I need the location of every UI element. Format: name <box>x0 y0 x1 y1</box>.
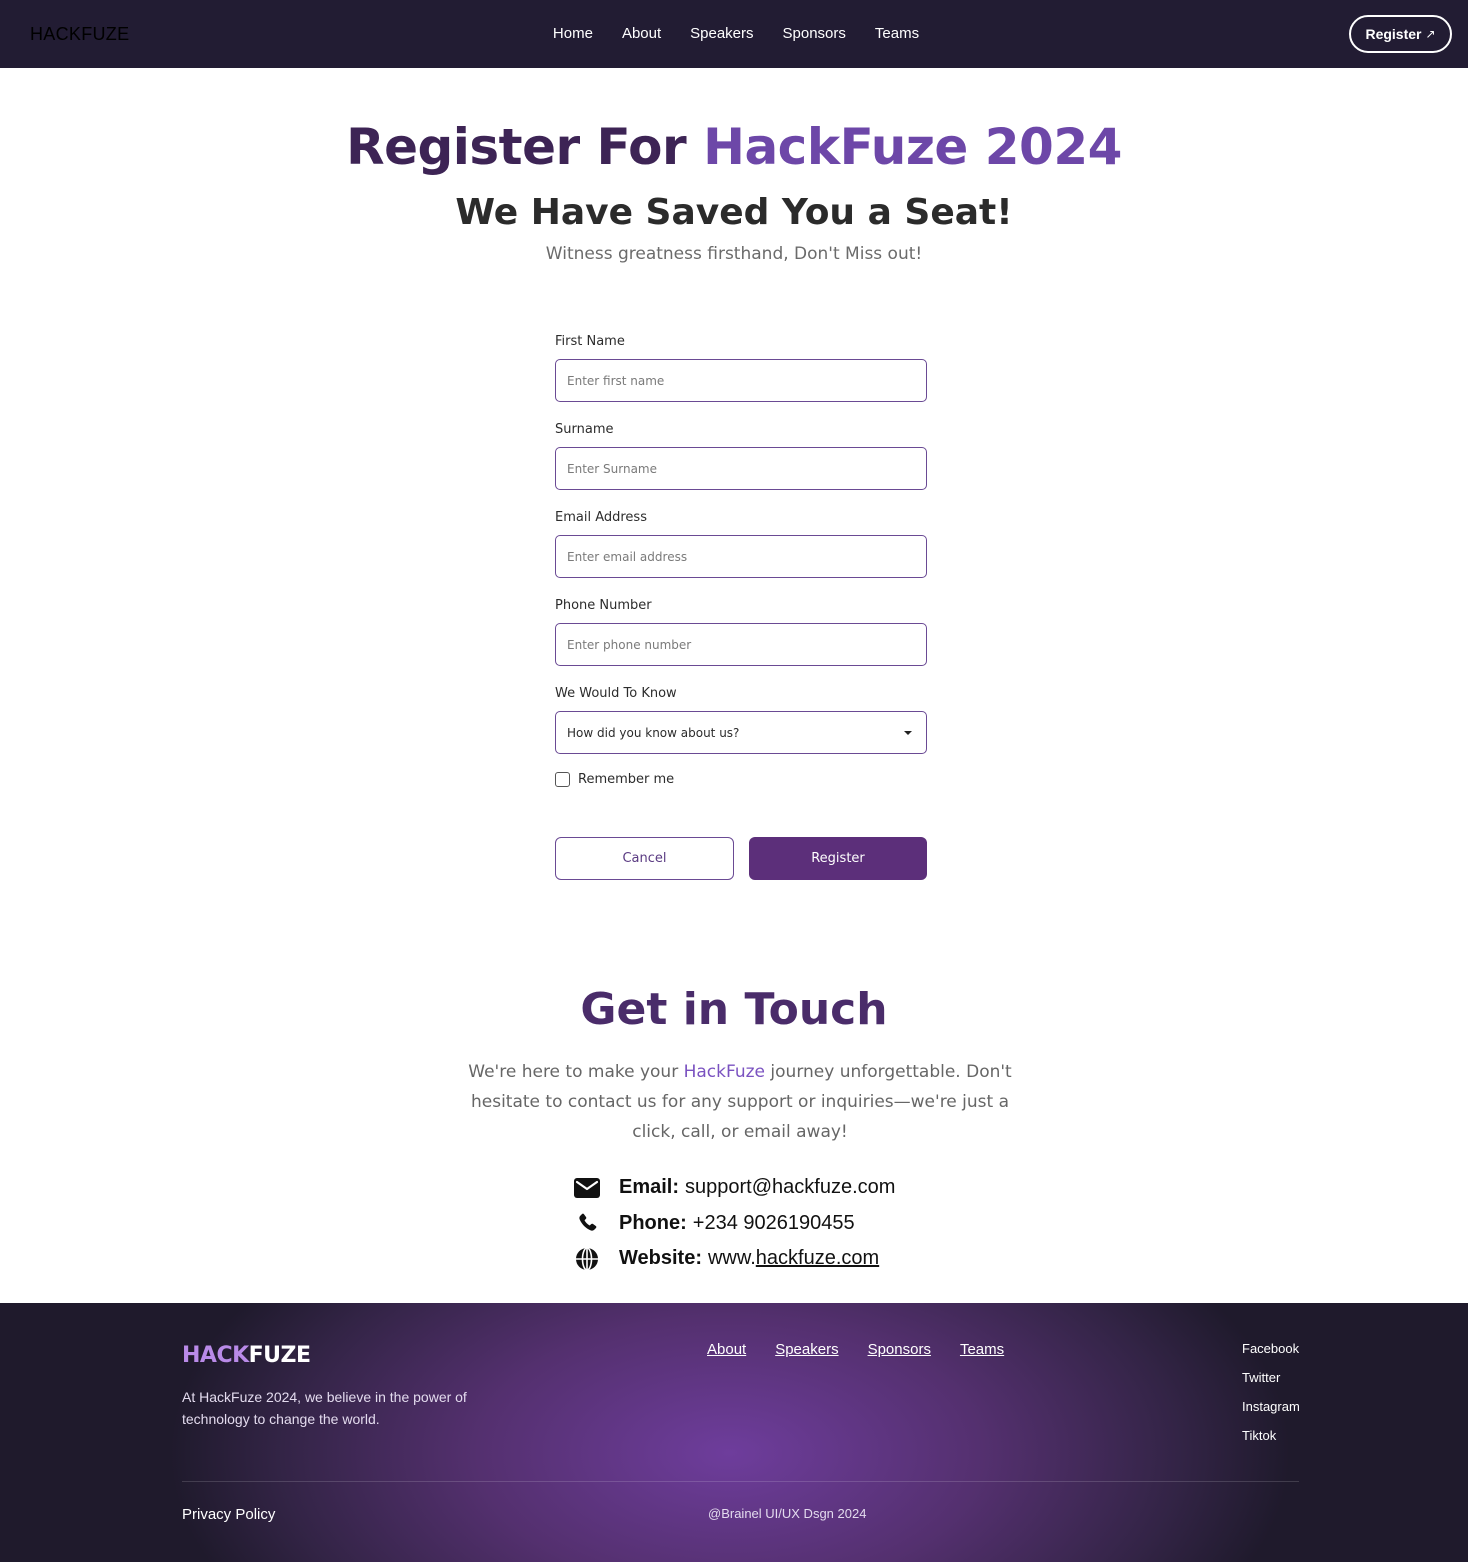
registration-form: First Name Surname Email Address Phone N… <box>555 334 927 880</box>
footer-link-sponsors[interactable]: Sponsors <box>868 1341 931 1358</box>
privacy-policy-link[interactable]: Privacy Policy <box>182 1506 275 1523</box>
surname-group: Surname <box>555 422 927 510</box>
page-title-main: Register For <box>346 118 704 176</box>
form-actions: Cancel Register <box>555 837 927 880</box>
website-prefix: www. <box>707 1247 756 1270</box>
social-link-facebook[interactable]: Facebook <box>1242 1341 1300 1370</box>
social-link-tiktok[interactable]: Tiktok <box>1242 1428 1300 1457</box>
surname-input[interactable] <box>555 447 927 490</box>
contact-description: We're here to make your HackFuze journey… <box>454 1057 1026 1147</box>
social-link-instagram[interactable]: Instagram <box>1242 1399 1300 1428</box>
phone-icon <box>572 1209 602 1237</box>
website-label-text: Website: <box>619 1247 702 1270</box>
contact-text-start: We're here to make your <box>468 1062 684 1082</box>
page-title-accent: HackFuze 2024 <box>703 118 1122 176</box>
email-label: Email Address <box>555 510 647 525</box>
source-label: We Would To Know <box>555 686 677 701</box>
phone-label: Phone Number <box>555 598 652 613</box>
remember-me-row: Remember me <box>555 772 674 787</box>
social-link-twitter[interactable]: Twitter <box>1242 1370 1300 1399</box>
contact-text-highlight: HackFuze <box>683 1062 766 1082</box>
nav-link-speakers[interactable]: Speakers <box>690 25 753 42</box>
surname-label: Surname <box>555 422 614 437</box>
nav-register-button[interactable]: Register ↗ <box>1349 15 1452 53</box>
nav-register-label: Register <box>1365 26 1422 42</box>
globe-icon <box>572 1245 602 1273</box>
register-button[interactable]: Register <box>749 837 927 880</box>
footer-about-text: At HackFuze 2024, we believe in the powe… <box>182 1389 467 1427</box>
nav-link-about[interactable]: About <box>622 25 661 42</box>
footer-logo-hack: HACK <box>182 1343 249 1368</box>
contact-website-row: Website: www. hackfuze.com <box>572 1241 895 1277</box>
email-group: Email Address <box>555 510 927 598</box>
email-label-text: Email: <box>619 1176 680 1199</box>
footer-nav: About Speakers Sponsors Teams <box>707 1341 1004 1358</box>
email-input[interactable] <box>555 535 927 578</box>
nav-link-home[interactable]: Home <box>553 25 593 42</box>
website-link[interactable]: hackfuze.com <box>756 1247 879 1270</box>
source-selected-value: How did you know about us? <box>567 725 740 740</box>
contact-title: Get in Touch <box>580 984 888 1035</box>
footer-logo[interactable]: HACKFUZE <box>182 1343 311 1368</box>
first-name-label: First Name <box>555 334 625 349</box>
footer-social-links: Facebook Twitter Instagram Tiktok <box>1242 1341 1300 1457</box>
footer-link-about[interactable]: About <box>707 1341 746 1358</box>
contact-email-row: Email: support@hackfuze.com <box>572 1170 895 1206</box>
contact-email[interactable]: support@hackfuze.com <box>685 1176 895 1199</box>
footer-copyright: @Brainel UI/UX Dsgn 2024 <box>708 1506 867 1521</box>
remember-me-label: Remember me <box>578 772 675 787</box>
page-title: Register For HackFuze 2024 <box>0 118 1468 176</box>
arrow-up-right-icon: ↗ <box>1425 27 1436 41</box>
envelope-icon <box>572 1174 602 1202</box>
phone-input[interactable] <box>555 623 927 666</box>
caret-down-icon <box>904 730 912 735</box>
source-select[interactable]: How did you know about us? <box>555 711 927 754</box>
top-navbar: HACKFUZE Home About Speakers Sponsors Te… <box>0 0 1468 68</box>
first-name-group: First Name <box>555 334 927 422</box>
contact-phone[interactable]: +234 9026190455 <box>693 1212 855 1235</box>
source-group: We Would To Know How did you know about … <box>555 686 927 774</box>
footer-link-speakers[interactable]: Speakers <box>775 1341 838 1358</box>
footer-logo-fuze: FUZE <box>248 1343 311 1368</box>
site-footer: HACKFUZE At HackFuze 2024, we believe in… <box>0 1303 1468 1562</box>
footer-link-teams[interactable]: Teams <box>960 1341 1004 1358</box>
contact-details: Email: support@hackfuze.com Phone: +234 … <box>572 1170 895 1277</box>
page-tagline: Witness greatness firsthand, Don't Miss … <box>545 244 923 264</box>
first-name-input[interactable] <box>555 359 927 402</box>
contact-phone-row: Phone: +234 9026190455 <box>572 1206 895 1242</box>
nav-link-sponsors[interactable]: Sponsors <box>783 25 846 42</box>
page-subtitle: We Have Saved You a Seat! <box>455 192 1013 233</box>
cancel-button[interactable]: Cancel <box>555 837 734 880</box>
phone-group: Phone Number <box>555 598 927 686</box>
phone-label-text: Phone: <box>619 1211 687 1234</box>
nav-link-teams[interactable]: Teams <box>875 25 919 42</box>
main-nav: Home About Speakers Sponsors Teams <box>0 25 1468 42</box>
footer-divider <box>182 1481 1299 1482</box>
remember-me-checkbox[interactable] <box>555 772 570 787</box>
